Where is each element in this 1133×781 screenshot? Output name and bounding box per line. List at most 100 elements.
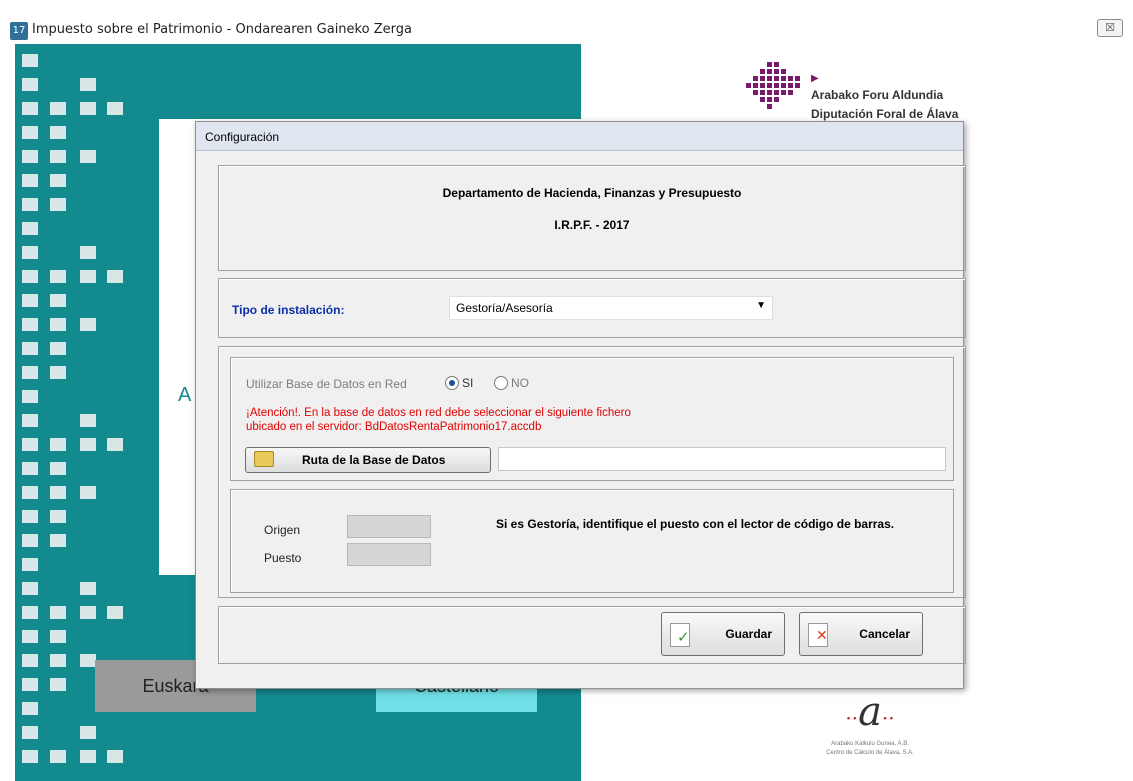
decorative-tile <box>50 486 66 499</box>
decorative-tile <box>50 654 66 667</box>
decorative-tile <box>22 462 38 475</box>
decorative-tile <box>50 534 66 547</box>
decorative-tile <box>50 630 66 643</box>
decorative-tile <box>50 678 66 691</box>
radio-si[interactable] <box>445 376 459 390</box>
app-icon: 17 <box>10 22 28 40</box>
decorative-tile <box>22 486 38 499</box>
diputacion-logo-mark-icon <box>746 62 800 109</box>
check-icon: ✓ <box>677 628 690 646</box>
decorative-tile <box>22 270 38 283</box>
decorative-tile <box>50 270 66 283</box>
decorative-tile <box>22 390 38 403</box>
database-path-button-label: Ruta de la Base de Datos <box>302 453 446 467</box>
origen-field[interactable] <box>347 515 431 538</box>
warning-text-line1: ¡Atención!. En la base de datos en red d… <box>246 407 631 419</box>
folder-icon <box>254 451 274 467</box>
decorative-tile <box>107 270 123 283</box>
decorative-tile <box>80 270 96 283</box>
install-type-group: Tipo de instalación: Gestoría/Asesoría ▼ <box>218 278 966 338</box>
install-type-label: Tipo de instalación: <box>232 303 345 317</box>
decorative-tile <box>22 366 38 379</box>
decorative-tile <box>22 150 38 163</box>
save-button[interactable]: ✓ Guardar <box>661 612 785 656</box>
install-type-value: Gestoría/Asesoría <box>456 301 553 315</box>
decorative-tile <box>22 54 38 67</box>
close-button[interactable]: ☒ <box>1097 19 1123 37</box>
dialog-title: Configuración <box>205 130 280 144</box>
ccalava-line2: Centro de Cálculo de Álava, S.A. <box>826 750 914 756</box>
radio-no-label[interactable]: NO <box>511 376 529 390</box>
decorative-tile <box>22 510 38 523</box>
cancel-button[interactable]: ✕ Cancelar <box>799 612 923 656</box>
decorative-tile <box>22 174 38 187</box>
radio-si-label[interactable]: SI <box>462 376 473 390</box>
decorative-tile <box>22 294 38 307</box>
decorative-tile <box>80 246 96 259</box>
configuration-dialog: Configuración Departamento de Hacienda, … <box>195 121 966 689</box>
decorative-tile <box>80 438 96 451</box>
decorative-tile <box>22 678 38 691</box>
department-title: Departamento de Hacienda, Finanzas y Pre… <box>442 186 742 200</box>
ccalava-logo-mark-icon: ··a·· <box>845 689 895 735</box>
window-titlebar: 17 Impuesto sobre el Patrimonio - Ondare… <box>0 0 1133 44</box>
decorative-tile <box>22 630 38 643</box>
decorative-tile <box>80 582 96 595</box>
decorative-tile <box>22 222 38 235</box>
decorative-tile <box>80 150 96 163</box>
decorative-tile <box>22 78 38 91</box>
decorative-tile <box>80 318 96 331</box>
decorative-tile <box>22 750 38 763</box>
decorative-tile <box>22 654 38 667</box>
actions-group: ✓ Guardar ✕ Cancelar <box>218 606 966 664</box>
decorative-tile <box>107 606 123 619</box>
decorative-tile <box>50 318 66 331</box>
decorative-tile <box>50 294 66 307</box>
logo-line1: Arabako Foru Aldundia <box>811 88 944 102</box>
decorative-tile <box>50 462 66 475</box>
chevron-down-icon[interactable]: ▼ <box>756 300 766 311</box>
decorative-tile <box>50 438 66 451</box>
decorative-tile <box>50 510 66 523</box>
decorative-tile <box>22 438 38 451</box>
decorative-tile <box>22 726 38 739</box>
save-icon: ✓ <box>670 623 690 647</box>
window-title: Impuesto sobre el Patrimonio - Ondareare… <box>32 22 412 37</box>
decorative-tile <box>80 750 96 763</box>
decorative-tile <box>50 750 66 763</box>
puesto-field[interactable] <box>347 543 431 566</box>
decorative-tile <box>50 102 66 115</box>
decorative-tile <box>22 198 38 211</box>
decorative-tile <box>22 102 38 115</box>
decorative-tile <box>22 318 38 331</box>
ccalava-line1: Arabako Kalkulu Gunea, A.B. <box>831 741 909 747</box>
decorative-tile <box>22 702 38 715</box>
decorative-tile <box>22 534 38 547</box>
decorative-tile <box>22 126 38 139</box>
database-path-button[interactable]: Ruta de la Base de Datos <box>245 447 491 473</box>
dialog-titlebar: Configuración <box>196 122 963 151</box>
decorative-tile <box>22 414 38 427</box>
decorative-tile <box>80 486 96 499</box>
decorative-tile <box>22 558 38 571</box>
decorative-tile <box>80 78 96 91</box>
network-db-group: Utilizar Base de Datos en Red SI NO ¡Ate… <box>230 357 954 481</box>
puesto-label: Puesto <box>264 551 302 565</box>
decorative-tile <box>107 750 123 763</box>
barcode-hint: Si es Gestoría, identifique el puesto co… <box>496 517 895 531</box>
decorative-tile <box>50 126 66 139</box>
radio-no[interactable] <box>494 376 508 390</box>
decorative-tile <box>80 726 96 739</box>
warning-text-line2: ubicado en el servidor: BdDatosRentaPatr… <box>246 421 542 433</box>
decorative-tile <box>22 606 38 619</box>
cancel-icon: ✕ <box>808 623 828 647</box>
decorative-tile <box>80 102 96 115</box>
install-type-select[interactable]: Gestoría/Asesoría ▼ <box>449 296 773 320</box>
decorative-tile <box>50 150 66 163</box>
origen-label: Origen <box>264 523 301 537</box>
header-group: Departamento de Hacienda, Finanzas y Pre… <box>218 165 966 271</box>
decorative-tile <box>50 198 66 211</box>
decorative-tile <box>50 606 66 619</box>
ccalava-logo: ··a·· Arabako Kalkulu Gunea, A.B. Centro… <box>800 690 940 770</box>
database-path-field[interactable] <box>498 447 946 471</box>
